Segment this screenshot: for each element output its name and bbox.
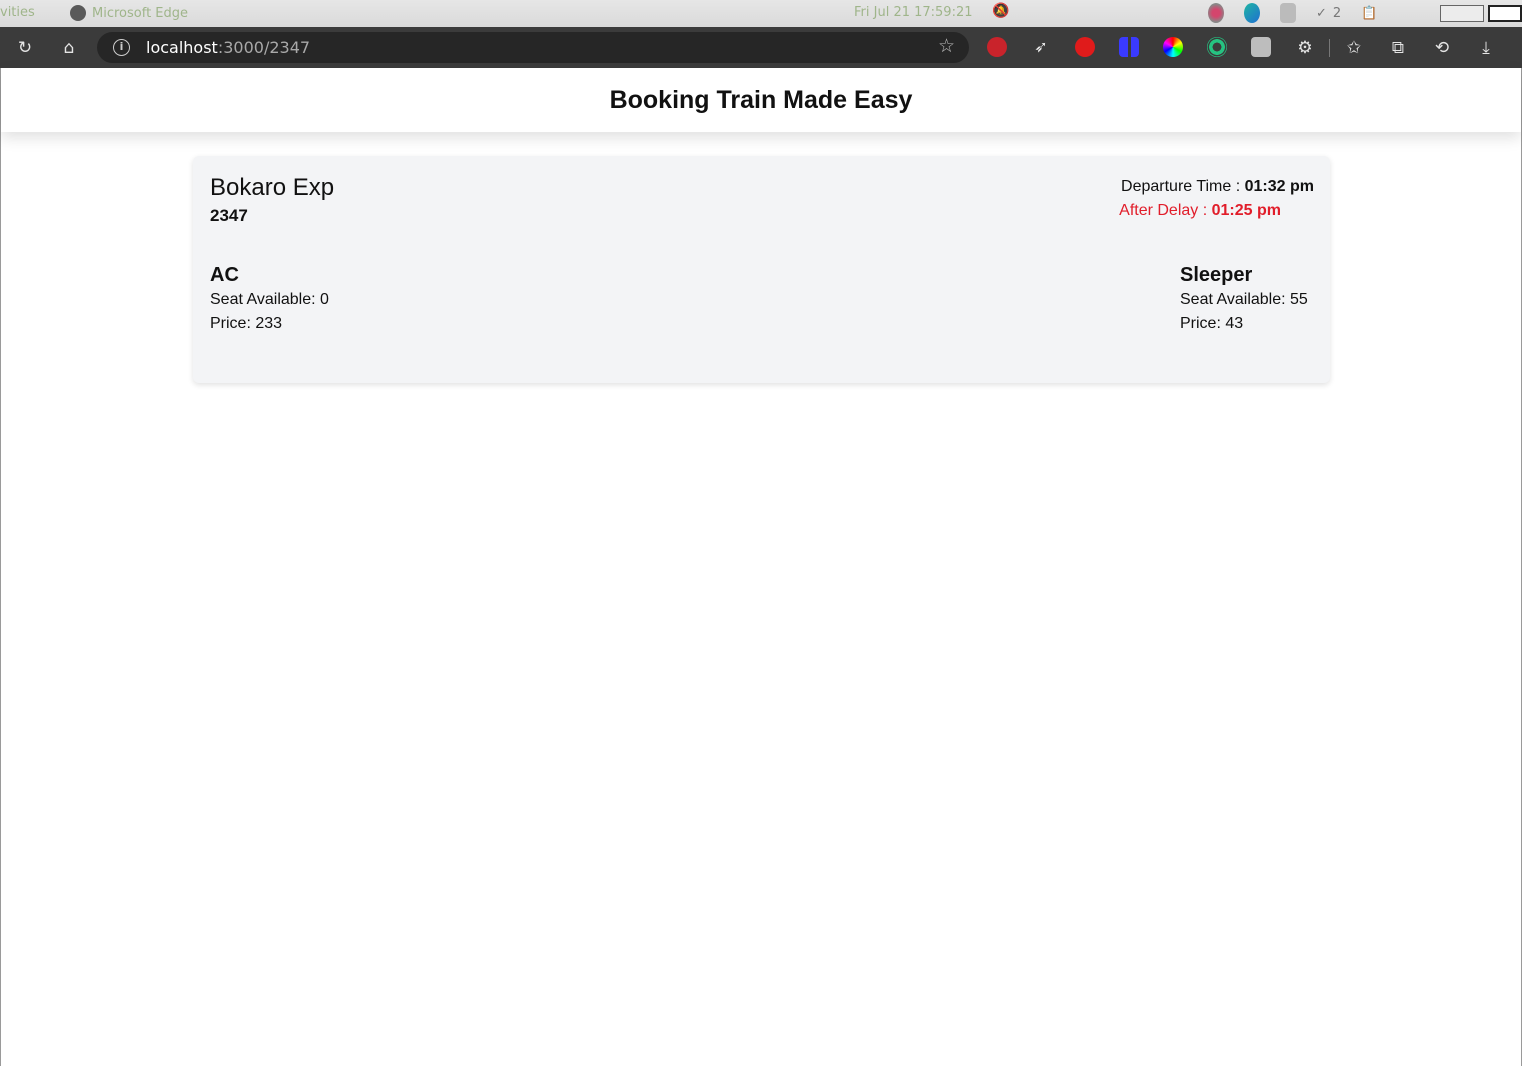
class-title: AC bbox=[210, 264, 239, 286]
page-title: Booking Train Made Easy bbox=[609, 85, 913, 114]
url-host: localhost bbox=[146, 38, 218, 57]
departure-value: 01:32 pm bbox=[1244, 178, 1314, 195]
activities-button[interactable]: vities bbox=[0, 5, 35, 20]
url-text[interactable]: localhost:3000/2347 bbox=[146, 38, 310, 57]
seat-availability: Seat Available: 55 bbox=[1180, 291, 1308, 308]
edge-app-icon bbox=[70, 5, 86, 21]
page-header: Booking Train Made Easy bbox=[1, 68, 1521, 132]
home-icon[interactable]: ⌂ bbox=[57, 36, 81, 60]
history-icon[interactable]: ⟲ bbox=[1430, 36, 1454, 60]
favorites-icon[interactable]: ✩ bbox=[1342, 36, 1366, 60]
updates-tray[interactable]: ✓ 2 bbox=[1316, 3, 1341, 23]
updates-count: 2 bbox=[1332, 5, 1342, 21]
bird-icon[interactable]: ➶ bbox=[1031, 37, 1051, 57]
train-number: 2347 bbox=[210, 206, 248, 225]
downloads-icon[interactable]: ⤓ bbox=[1474, 36, 1498, 60]
delay-value: 01:25 pm bbox=[1211, 202, 1281, 219]
blue-panel-icon[interactable] bbox=[1119, 37, 1139, 57]
grey-square-icon[interactable] bbox=[1251, 37, 1271, 57]
class-ac: AC Seat Available: 0 Price: 233 bbox=[210, 262, 329, 336]
toolbar-divider bbox=[1329, 39, 1330, 57]
edge-tray-icon[interactable] bbox=[1244, 3, 1260, 23]
address-bar[interactable]: i localhost:3000/2347 ☆ bbox=[97, 32, 969, 63]
window-button-restore[interactable] bbox=[1440, 5, 1484, 22]
seat-availability: Seat Available: 0 bbox=[210, 291, 329, 308]
site-info-icon[interactable]: i bbox=[113, 39, 130, 56]
train-name: Bokaro Exp bbox=[210, 174, 335, 201]
notifications-muted-icon: 🔕 bbox=[992, 3, 1010, 19]
extensions-icon[interactable]: ⚙ bbox=[1293, 36, 1317, 60]
clipboard-icon[interactable]: 📋 bbox=[1361, 3, 1377, 23]
collections-icon[interactable]: ⧉ bbox=[1386, 36, 1410, 60]
app-menu[interactable]: Microsoft Edge bbox=[70, 5, 188, 21]
class-title: Sleeper bbox=[1180, 264, 1253, 286]
window-button-maximize[interactable] bbox=[1488, 5, 1522, 22]
browser-toolbar: ↻ ⌂ i localhost:3000/2347 ☆ ➶ ⚙ ✩ ⧉ ⟲ ⤓ bbox=[0, 27, 1522, 68]
delay-time: After Delay : 01:25 pm bbox=[1119, 202, 1281, 220]
departure-time: Departure Time : 01:32 pm bbox=[1121, 178, 1314, 196]
green-circle-icon[interactable] bbox=[1207, 37, 1227, 57]
app-name: Microsoft Edge bbox=[92, 5, 189, 21]
hand-red-icon[interactable] bbox=[1075, 37, 1095, 57]
class-price: Price: 233 bbox=[210, 315, 283, 332]
color-wheel-icon[interactable] bbox=[1163, 37, 1183, 57]
favorite-star-icon[interactable]: ☆ bbox=[938, 35, 955, 57]
web-page: Booking Train Made Easy Bokaro Exp 2347 … bbox=[0, 68, 1522, 1066]
tray-app-icon[interactable] bbox=[1208, 3, 1224, 23]
class-sleeper: Sleeper Seat Available: 55 Price: 43 bbox=[1180, 262, 1308, 336]
url-path: :3000/2347 bbox=[217, 38, 311, 57]
class-price: Price: 43 bbox=[1180, 315, 1244, 332]
os-top-bar: vities Microsoft Edge Fri Jul 21 17:59:2… bbox=[0, 0, 1522, 27]
train-card: Bokaro Exp 2347 Departure Time : 01:32 p… bbox=[193, 156, 1330, 383]
system-clock[interactable]: Fri Jul 21 17:59:21 bbox=[854, 5, 973, 20]
departure-label: Departure Time : bbox=[1121, 178, 1245, 195]
puzzle-red-icon[interactable] bbox=[987, 37, 1007, 57]
reload-icon[interactable]: ↻ bbox=[13, 36, 37, 60]
shield-tray-icon[interactable] bbox=[1280, 3, 1296, 23]
system-tray: ✓ 2 📋 bbox=[1208, 3, 1377, 23]
delay-label: After Delay : bbox=[1119, 202, 1212, 219]
